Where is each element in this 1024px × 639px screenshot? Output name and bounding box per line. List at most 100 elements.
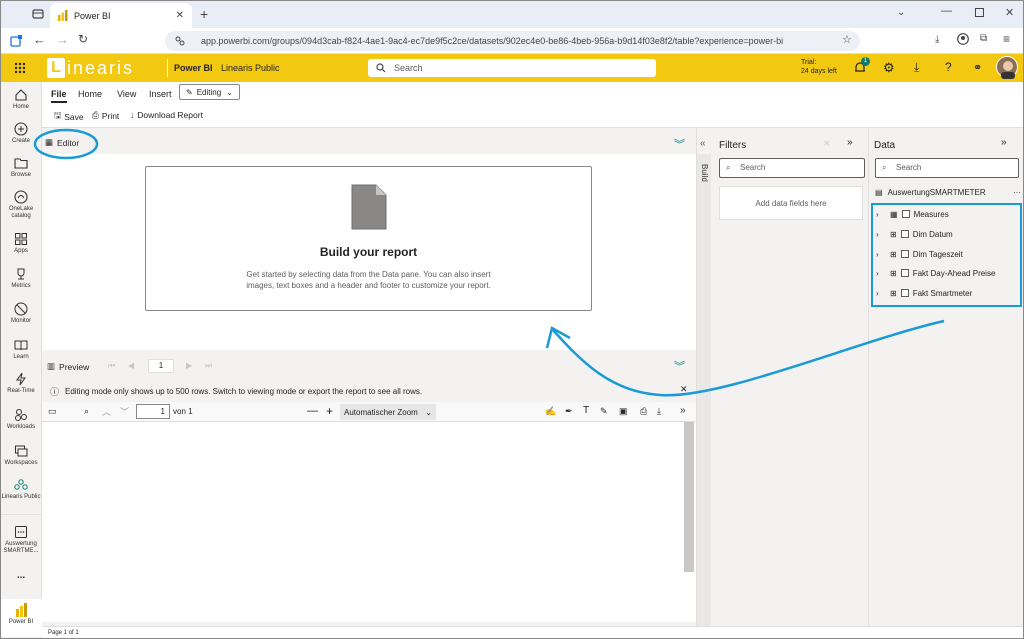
collapse-filters-icon[interactable]: » [847,137,853,148]
pdf-prev-icon[interactable]: ︿ [102,405,111,418]
field-row-fakt-smartmeter[interactable]: › ⊞ Fakt Smartmeter [876,284,1016,302]
minimize-icon[interactable]: — [941,5,952,17]
field-row-measures[interactable]: › ▦ Measures [876,205,1016,223]
rail-onelake[interactable]: OneLake catalog [0,190,42,220]
field-row-dim-tageszeit[interactable]: › ⊞ Dim Tageszeit [876,245,1016,263]
rail-learn[interactable]: Learn [0,338,42,361]
image-icon[interactable]: ▣ [619,406,628,417]
mode-dropdown[interactable]: ✎ Editing ⌄ [179,84,240,100]
save-button[interactable]: 🖫 Save [54,110,84,124]
new-tab-icon[interactable]: + [200,6,208,22]
chevron-down-icon[interactable]: ⌄ [897,7,905,18]
first-page-icon[interactable]: ⏮ [108,361,115,371]
linearis-logo[interactable]: L inearis [47,56,134,80]
pdf-scrollbar[interactable] [684,422,694,572]
field-checkbox[interactable] [901,210,910,218]
rail-more[interactable]: ... [0,571,42,581]
prev-page-icon[interactable]: ◀ [128,361,134,370]
print-button[interactable]: ⎙ Print [92,110,119,121]
rail-browse[interactable]: Browse [0,156,42,179]
clear-filters-icon[interactable]: ⨯ [823,138,831,149]
tab-view[interactable]: View [117,89,136,99]
pdf-print-icon[interactable]: ⎙ [640,406,647,417]
rail-create[interactable]: Create [0,122,42,145]
collapse-build-icon[interactable]: « [700,138,706,149]
field-row-dim-datum[interactable]: › ⊞ Dim Datum [876,225,1016,243]
next-page-icon[interactable]: ▶ [186,361,192,370]
collapse-editor-icon[interactable]: ︾ [674,136,685,152]
preview-label[interactable]: ▥ Preview [47,361,89,372]
more-options-icon[interactable]: ··· [1013,188,1021,197]
rail-home[interactable]: Home [0,88,42,111]
zoom-in-icon[interactable]: + [326,404,333,418]
dismiss-icon[interactable]: ✕ [680,384,688,395]
workspaces-icon[interactable] [10,34,23,47]
filters-search-input[interactable]: ⌕ Search [719,158,865,178]
more-tools-icon[interactable]: » [680,405,686,416]
build-label[interactable]: Build [700,164,709,182]
workspace-name[interactable]: Linearis Public [221,63,280,73]
rail-workspaces[interactable]: Workspaces [0,444,42,467]
download-report-button[interactable]: ↓ Download Report [130,110,203,120]
zoom-select[interactable]: Automatischer Zoom ⌄ [340,404,436,420]
tab-home[interactable]: Home [78,89,102,99]
field-checkbox[interactable] [900,230,909,238]
field-checkbox[interactable] [900,269,909,277]
trial-status[interactable]: Trial: 24 days left [801,58,837,76]
global-search-input[interactable]: Search [368,59,656,77]
pdf-search-icon[interactable]: ⌕ [84,406,89,417]
share-icon[interactable]: ⚭ [973,61,982,74]
tab-insert[interactable]: Insert [149,89,172,99]
rail-auswertung[interactable]: Auswertung SMARTME... [0,514,42,555]
pdf-save-icon[interactable]: ⤓ [657,406,661,417]
semantic-model-row[interactable]: ▤ AuswertungSMARTMETER ··· [875,188,1021,197]
avatar[interactable] [996,56,1018,79]
pdf-next-icon[interactable]: ﹀ [120,405,129,418]
browser-menu-icon[interactable]: ≡ [1003,32,1010,46]
forward-icon[interactable]: → [56,32,69,47]
edit-icon[interactable]: ✍ [545,406,556,417]
reload-icon[interactable]: ↻ [78,32,88,46]
product-name[interactable]: Power BI [174,63,213,73]
page-number-input[interactable]: 1 [148,359,174,373]
rail-metrics[interactable]: Metrics [0,267,42,290]
rail-linearis-public[interactable]: Linearis Public [0,478,42,501]
collapse-preview-icon[interactable]: ︾ [674,358,685,374]
app-launcher-icon[interactable] [14,62,26,74]
settings-gear-icon[interactable]: ⚙ [883,60,895,76]
editor-toggle[interactable]: ▦ Editor [45,137,79,148]
download-icon[interactable]: ⤓ [935,34,939,45]
tab-file[interactable]: File [51,89,67,103]
help-icon[interactable]: ? [945,60,952,74]
data-search-input[interactable]: ⌕ Search [875,158,1019,178]
text-icon[interactable]: T [583,405,589,416]
field-checkbox[interactable] [900,250,909,258]
collapse-data-icon[interactable]: » [1001,137,1007,148]
filters-drop-zone[interactable]: Add data fields here [719,186,863,220]
last-page-icon[interactable]: ⏭ [205,361,212,371]
tab-close-icon[interactable]: ✕ [176,10,184,21]
bookmark-star-icon[interactable]: ☆ [842,33,852,46]
pdf-page-input[interactable]: 1 [136,404,170,419]
field-checkbox[interactable] [900,289,909,297]
extensions-icon[interactable]: ⧉ [980,33,987,44]
zoom-out-icon[interactable]: — [307,405,318,417]
rail-realtime[interactable]: Real-Time [0,372,42,395]
profile-icon[interactable] [957,33,969,45]
rail-workloads[interactable]: Workloads [0,408,42,431]
site-info-icon[interactable] [175,36,185,46]
back-icon[interactable]: ← [33,32,46,47]
rail-monitor[interactable]: Monitor [0,302,42,325]
sidebar-toggle-icon[interactable]: ▭ [48,406,57,417]
notifications-icon[interactable]: 1 [853,57,870,75]
highlight-icon[interactable]: ✒ [565,406,573,417]
browser-tab[interactable]: Power BI ✕ [50,3,192,28]
pdf-viewer[interactable] [42,422,696,622]
rail-powerbi[interactable]: Power BI [0,599,42,637]
rail-apps[interactable]: Apps [0,232,42,255]
maximize-icon[interactable] [975,8,984,17]
header-download-icon[interactable]: ⤓ [914,60,919,75]
tab-list-icon[interactable] [32,8,44,20]
draw-icon[interactable]: ✎ [600,406,608,417]
window-close-icon[interactable]: ✕ [1005,6,1014,19]
